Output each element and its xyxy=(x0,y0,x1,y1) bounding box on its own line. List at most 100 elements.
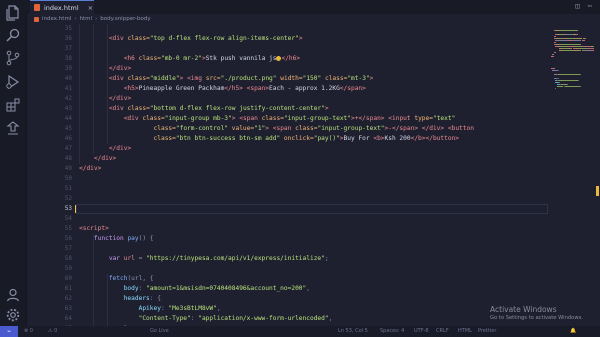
code-token: function xyxy=(93,235,128,242)
tab-bar: index.html × ◫ ⋯ xyxy=(26,0,600,14)
status-indentation[interactable]: Spaces: 4 xyxy=(380,326,404,337)
code-line[interactable]: 47 </div> xyxy=(26,144,548,154)
code-line[interactable]: 61 body: "amount=1&msisdn=0740408496&acc… xyxy=(26,284,548,294)
code-line[interactable]: 56 function pay() { xyxy=(26,234,548,244)
minimap-segment xyxy=(566,84,568,85)
code-line[interactable]: 51 xyxy=(26,184,548,194)
status-line-ending[interactable]: CRLF xyxy=(436,326,449,337)
code-line[interactable]: 64 "Content-Type": "application/x-www-fo… xyxy=(26,314,548,324)
code-line[interactable]: 58 var url = "https://tinypesa.com/api/v… xyxy=(26,254,548,264)
code-line[interactable]: 43 <div class="bottom d-flex flex-row ju… xyxy=(26,104,548,114)
line-code: <div class="bottom d-flex flex-row justi… xyxy=(79,104,329,114)
code-line[interactable]: 63 Apikey: "Me3sBtLM8vW", xyxy=(26,304,548,314)
code-line[interactable]: 60 fetch(url, { xyxy=(26,274,548,284)
breadcrumb-item-html[interactable]: html xyxy=(80,16,93,22)
code-token: <b> xyxy=(373,135,385,142)
code-line[interactable]: 50 xyxy=(26,174,548,184)
activate-windows-watermark: Activate Windows Go to Settings to activ… xyxy=(490,305,583,321)
code-line[interactable]: 40 <div class="middle"> <img src="./prod… xyxy=(26,74,548,84)
code-line[interactable]: 38 <h6 class="mb-0 mr-2">Stk push vannil… xyxy=(26,54,548,64)
bell-icon[interactable]: 🔔 xyxy=(570,326,576,337)
line-code: fetch(url, { xyxy=(79,274,154,284)
code-line[interactable]: 62 headers: { xyxy=(26,294,548,304)
breadcrumb-item-file[interactable]: index.html xyxy=(42,16,71,22)
minimap-segment xyxy=(587,48,594,49)
minimap[interactable] xyxy=(548,24,596,326)
code-token: "1" xyxy=(254,125,266,132)
close-icon[interactable]: × xyxy=(88,4,93,12)
code-token: (url, { xyxy=(127,275,154,282)
code-token: <span xyxy=(272,125,296,132)
code-line[interactable]: 53 xyxy=(26,204,548,214)
code-token: <input xyxy=(388,115,415,122)
status-warnings[interactable]: ⚠ 0 xyxy=(48,326,57,337)
code-editor[interactable]: 35 36 <div class="top d-flex flex-row ali… xyxy=(26,24,548,326)
code-line[interactable]: 39 </div> xyxy=(26,64,548,74)
tab-index-html[interactable]: index.html × xyxy=(30,0,94,14)
status-encoding[interactable]: UTF-8 xyxy=(414,326,429,337)
minimap-segment xyxy=(592,46,594,47)
code-token: Ksh 200 xyxy=(384,135,411,142)
line-code: class="form-control" value="1"> <span cl… xyxy=(79,124,474,134)
search-icon[interactable] xyxy=(5,27,21,43)
line-code: class="btn btn-success btn-sm add" oncli… xyxy=(79,134,460,144)
code-token: <div xyxy=(108,105,128,112)
line-number: 45 xyxy=(64,125,72,132)
code-line[interactable]: 54 xyxy=(26,214,548,224)
split-editor-icon[interactable]: ◫ xyxy=(575,2,581,10)
line-number: 60 xyxy=(64,275,72,282)
code-token: </span> xyxy=(339,85,366,92)
settings-icon[interactable] xyxy=(5,307,21,323)
code-token: var xyxy=(108,255,124,262)
code-line[interactable]: 49 </div> xyxy=(26,164,548,174)
line-number: 62 xyxy=(64,295,72,302)
code-line[interactable]: 57 xyxy=(26,244,548,254)
line-code: <div class="input-group mb-3"> <span cla… xyxy=(79,114,456,124)
extensions-icon[interactable] xyxy=(5,97,21,113)
breadcrumb-item-body[interactable]: body.snipper-body xyxy=(100,16,150,22)
source-control-icon[interactable] xyxy=(5,50,21,66)
current-line-highlight xyxy=(76,204,548,214)
code-token: "Content-Type" xyxy=(138,315,191,322)
code-line[interactable]: 42 </div> xyxy=(26,94,548,104)
status-formatter[interactable]: Prettier xyxy=(478,326,496,337)
run-debug-icon[interactable] xyxy=(5,74,21,90)
code-line[interactable]: 46 class="btn btn-success btn-sm add" on… xyxy=(26,134,548,144)
status-errors[interactable]: ⊗ 0 xyxy=(24,326,33,337)
code-line[interactable]: 35 xyxy=(26,24,548,34)
code-token: "application/x-www-form-urlencoded" xyxy=(198,315,329,322)
status-go-live[interactable]: Go Live xyxy=(150,326,169,337)
code-token: class= xyxy=(127,75,150,82)
line-number: 55 xyxy=(64,225,72,232)
code-line[interactable]: 59 xyxy=(26,264,548,274)
code-token: </div> xyxy=(79,165,102,172)
remote-indicator-icon[interactable]: ⌁ xyxy=(0,326,18,337)
line-number: 37 xyxy=(64,45,72,52)
code-token: "input-group mb-3" xyxy=(164,115,232,122)
live-share-icon[interactable] xyxy=(5,120,21,136)
minimap-segment xyxy=(551,56,554,57)
code-line[interactable]: 45 class="form-control" value="1"> <span… xyxy=(26,124,548,134)
accounts-icon[interactable] xyxy=(5,287,21,303)
code-line[interactable]: 55 <script> xyxy=(26,224,548,234)
minimap-segment xyxy=(564,86,581,87)
code-line[interactable]: 41 <h5>Pineapple Green Packham</h5> <spa… xyxy=(26,84,548,94)
code-line[interactable]: 52 xyxy=(26,194,548,204)
code-line[interactable]: 37 xyxy=(26,44,548,54)
code-line[interactable]: 36 <div class="top d-flex flex-row align… xyxy=(26,34,548,44)
code-line[interactable]: 48 </div> xyxy=(26,154,548,164)
more-actions-icon[interactable]: ⋯ xyxy=(588,2,594,10)
minimap-segment xyxy=(551,54,555,55)
status-language[interactable]: HTML xyxy=(458,326,472,337)
minimap-segment xyxy=(581,40,585,41)
code-line[interactable]: 44 <div class="input-group mb-3"> <span … xyxy=(26,114,548,124)
minimap-segment xyxy=(585,38,587,39)
scrollbar-marker[interactable] xyxy=(596,186,599,196)
line-code: headers: { xyxy=(79,294,161,304)
status-cursor-position[interactable]: Ln 53, Col 5 xyxy=(338,326,368,337)
explorer-icon[interactable] xyxy=(5,5,21,21)
code-token: <div xyxy=(108,35,128,42)
